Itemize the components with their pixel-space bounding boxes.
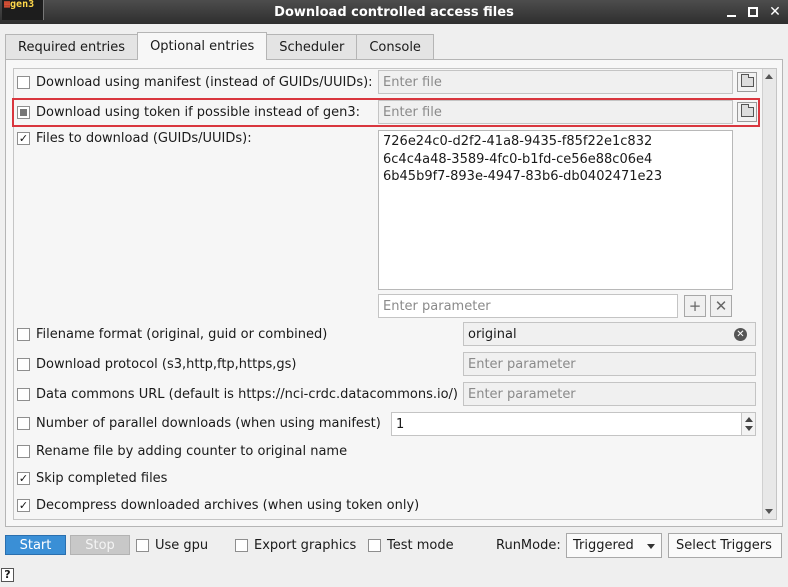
help-icon[interactable]: ? — [1, 568, 14, 582]
protocol-checkbox[interactable] — [17, 358, 30, 371]
protocol-label: Download protocol (s3,http,ftp,https,gs) — [36, 357, 297, 372]
minimize-button[interactable] — [722, 3, 740, 21]
select-triggers-button[interactable]: Select Triggers — [668, 533, 782, 558]
files-checkbox[interactable]: ✓ — [17, 132, 30, 145]
clear-icon[interactable]: ✕ — [734, 328, 747, 341]
files-option: ✓ Files to download (GUIDs/UUIDs): — [17, 131, 252, 146]
decompress-checkbox[interactable]: ✓ — [17, 499, 30, 512]
protocol-input[interactable]: Enter parameter — [463, 352, 756, 376]
skip-checkbox[interactable]: ✓ — [17, 472, 30, 485]
spinner[interactable] — [741, 413, 755, 435]
tab-bar: Required entries Optional entries Schedu… — [5, 32, 434, 60]
token-file-input[interactable]: Enter file — [378, 100, 733, 124]
title-bar: ▦gen3 Download controlled access files ✕ — [0, 0, 788, 24]
parallel-option: Number of parallel downloads (when using… — [17, 416, 381, 431]
folder-icon — [740, 104, 754, 117]
folder-icon — [740, 74, 754, 87]
scroll-up-icon[interactable] — [765, 74, 773, 79]
vertical-scrollbar[interactable] — [762, 69, 776, 519]
commons-url-checkbox[interactable] — [17, 388, 30, 401]
files-list[interactable]: 726e24c0-d2f2-41a8-9435-f85f22e1c832 6c4… — [378, 130, 733, 290]
runmode-select[interactable]: Triggered — [566, 533, 662, 558]
token-label: Download using token if possible instead… — [36, 105, 361, 120]
skip-label: Skip completed files — [36, 471, 168, 486]
commons-url-label: Data commons URL (default is https://nci… — [36, 387, 458, 402]
use-gpu-checkbox[interactable] — [136, 539, 149, 552]
test-mode-checkbox[interactable] — [368, 539, 381, 552]
token-checkbox[interactable] — [17, 106, 30, 119]
test-mode-label: Test mode — [387, 538, 454, 553]
runmode-label: RunMode: — [496, 538, 561, 553]
token-browse-button[interactable] — [737, 102, 757, 122]
remove-item-button[interactable]: ✕ — [710, 295, 732, 317]
list-item[interactable]: 6c4c4a48-3589-4fc0-b1fd-ce56e88c06e4 — [383, 151, 728, 169]
minimize-icon — [726, 15, 736, 17]
rename-label: Rename file by adding counter to origina… — [36, 444, 348, 459]
use-gpu-option: Use gpu — [136, 538, 208, 553]
scroll-down-icon[interactable] — [765, 509, 773, 514]
test-mode-option: Test mode — [368, 538, 454, 553]
tab-console[interactable]: Console — [356, 34, 434, 60]
protocol-option: Download protocol (s3,http,ftp,https,gs) — [17, 357, 297, 372]
filename-format-checkbox[interactable] — [17, 328, 30, 341]
commons-url-input[interactable]: Enter parameter — [463, 382, 756, 406]
start-button[interactable]: Start — [5, 535, 66, 555]
files-label: Files to download (GUIDs/UUIDs): — [36, 131, 252, 146]
parallel-spinbox[interactable]: 1 — [391, 412, 756, 436]
add-item-button[interactable]: + — [684, 295, 706, 317]
commons-url-option: Data commons URL (default is https://nci… — [17, 387, 458, 402]
decompress-option: ✓ Decompress downloaded archives (when u… — [17, 498, 419, 513]
manifest-browse-button[interactable] — [737, 72, 757, 92]
maximize-icon — [748, 7, 758, 17]
manifest-checkbox[interactable] — [17, 76, 30, 89]
manifest-file-input[interactable]: Enter file — [378, 70, 733, 94]
chevron-down-icon — [647, 544, 655, 549]
app-icon: ▦gen3 — [2, 0, 44, 20]
filename-format-input[interactable]: original ✕ — [463, 322, 756, 346]
parallel-checkbox[interactable] — [17, 417, 30, 430]
close-icon: ✕ — [769, 4, 781, 20]
spin-down-icon[interactable] — [745, 426, 753, 431]
window-title: Download controlled access files — [274, 4, 514, 20]
rename-checkbox[interactable] — [17, 445, 30, 458]
close-button[interactable]: ✕ — [766, 3, 784, 21]
list-item[interactable]: 6b45b9f7-893e-4947-83b6-db0402471e23 — [383, 168, 728, 186]
token-option: Download using token if possible instead… — [17, 105, 360, 120]
tab-scheduler[interactable]: Scheduler — [266, 34, 358, 60]
skip-option: ✓ Skip completed files — [17, 471, 167, 486]
list-item[interactable]: 726e24c0-d2f2-41a8-9435-f85f22e1c832 — [383, 133, 728, 151]
stop-button[interactable]: Stop — [70, 535, 130, 555]
maximize-button[interactable] — [744, 3, 762, 21]
parallel-label: Number of parallel downloads (when using… — [36, 416, 381, 431]
remove-icon: ✕ — [714, 297, 728, 315]
export-graphics-checkbox[interactable] — [235, 539, 248, 552]
plus-icon: + — [688, 297, 702, 315]
export-graphics-option: Export graphics — [235, 538, 356, 553]
filename-format-label: Filename format (original, guid or combi… — [36, 327, 328, 342]
tab-optional-entries[interactable]: Optional entries — [137, 32, 268, 60]
decompress-label: Decompress downloaded archives (when usi… — [36, 498, 420, 513]
rename-option: Rename file by adding counter to origina… — [17, 444, 347, 459]
use-gpu-label: Use gpu — [155, 538, 209, 553]
filename-format-option: Filename format (original, guid or combi… — [17, 327, 327, 342]
spin-up-icon[interactable] — [745, 417, 753, 422]
manifest-label: Download using manifest (instead of GUID… — [36, 75, 373, 90]
manifest-option: Download using manifest (instead of GUID… — [17, 75, 373, 90]
tab-required-entries[interactable]: Required entries — [5, 34, 139, 60]
export-graphics-label: Export graphics — [254, 538, 357, 553]
files-param-input[interactable]: Enter parameter — [378, 294, 678, 318]
